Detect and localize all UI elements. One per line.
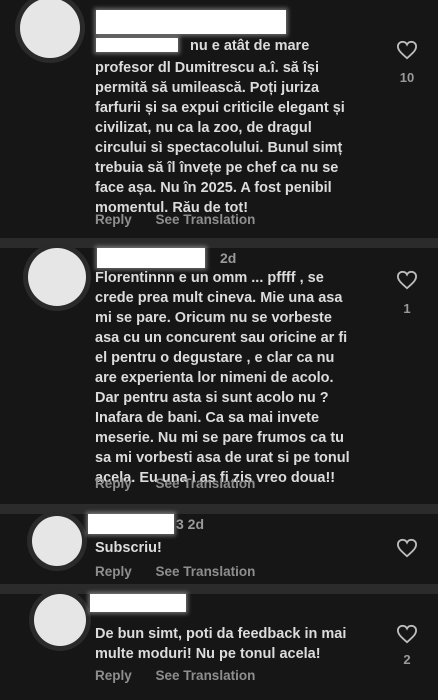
- see-translation-button[interactable]: See Translation: [156, 212, 256, 227]
- divider: [0, 584, 438, 594]
- avatar[interactable]: [20, 0, 80, 58]
- avatar[interactable]: [32, 516, 82, 566]
- comment-time: 2d: [220, 250, 237, 266]
- see-translation-button[interactable]: See Translation: [156, 564, 256, 579]
- comment-time: 3 2d: [176, 516, 205, 532]
- heart-icon[interactable]: [396, 270, 418, 290]
- redacted-username: [88, 514, 174, 534]
- divider: [0, 238, 438, 248]
- reply-button[interactable]: Reply: [95, 668, 132, 683]
- redacted-username: [97, 248, 205, 268]
- comment-text: Florentinnn e un omm ... pffff , se cred…: [95, 270, 350, 486]
- comment-text: profesor dl Dumitrescu a.î. să își permi…: [95, 60, 345, 216]
- heart-icon[interactable]: [396, 538, 418, 558]
- like-count: 1: [403, 301, 411, 316]
- reply-button[interactable]: Reply: [95, 212, 132, 227]
- divider: [0, 504, 438, 514]
- reply-button[interactable]: Reply: [95, 564, 132, 579]
- see-translation-button[interactable]: See Translation: [156, 668, 256, 683]
- redacted-username: [96, 38, 178, 52]
- redacted-username: [90, 594, 186, 612]
- comment-text: Subscriu!: [95, 540, 162, 556]
- comment-4: De bun simt, poti da feedback in mai mul…: [0, 594, 438, 700]
- see-translation-button[interactable]: See Translation: [156, 476, 256, 491]
- comment-text: De bun simt, poti da feedback in mai mul…: [95, 626, 347, 662]
- comment-2: 2d Florentinnn e un omm ... pffff , se c…: [0, 248, 438, 508]
- username-fragment: nu e atât de mare: [190, 38, 310, 54]
- like-count: 10: [399, 70, 415, 85]
- comment-3: 3 2d Subscriu! Reply See Translation: [0, 514, 438, 586]
- heart-icon[interactable]: [396, 624, 418, 644]
- heart-icon[interactable]: [396, 40, 418, 60]
- comment-1: nu e atât de mare profesor dl Dumitrescu…: [0, 0, 438, 238]
- avatar[interactable]: [34, 594, 86, 646]
- like-count: 2: [403, 652, 411, 667]
- avatar[interactable]: [28, 248, 86, 306]
- reply-button[interactable]: Reply: [95, 476, 132, 491]
- redacted-username: [96, 10, 286, 34]
